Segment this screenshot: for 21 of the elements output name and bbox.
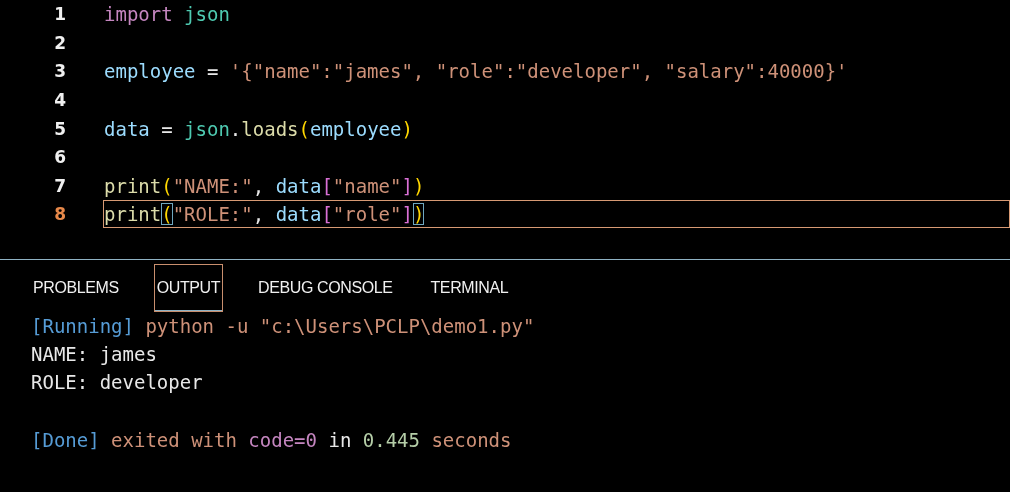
panel-tab[interactable]: OUTPUT: [153, 264, 224, 312]
output-line: ROLE: developer: [31, 371, 203, 393]
output-line: [Running] python -u "c:\Users\PCLP\demo1.py": [31, 315, 535, 337]
code-line: print("ROLE:", data["role"]): [104, 202, 425, 227]
panel-tab[interactable]: DEBUG CONSOLE: [255, 264, 396, 312]
line-number: 2: [53, 32, 67, 53]
code-line: print("NAME:", data["name"]): [104, 173, 425, 198]
line-number: 5: [53, 118, 67, 139]
line-number: 4: [53, 90, 67, 111]
output-line: NAME: james: [31, 343, 157, 365]
code-line: employee = '{"name":"james", "role":"developer", "salary":40000}': [104, 59, 848, 84]
line-number: 1: [53, 4, 67, 25]
output-line: [Done] exited with code=0 in 0.445 seconds: [31, 429, 512, 451]
code-line: data = json.loads(employee): [104, 116, 413, 141]
code-line: import json: [104, 2, 230, 27]
line-number: 6: [53, 147, 67, 168]
line-number: 7: [53, 175, 67, 196]
panel-tab[interactable]: TERMINAL: [427, 264, 512, 312]
line-number: 8: [53, 204, 67, 225]
line-number: 3: [53, 61, 67, 82]
panel-tab[interactable]: PROBLEMS: [30, 264, 122, 312]
